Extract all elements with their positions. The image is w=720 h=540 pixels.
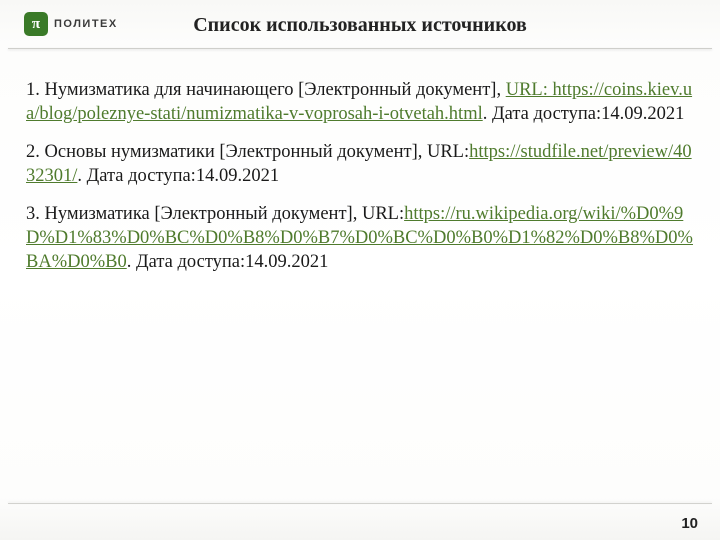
reference-prefix: 1. Нумизматика для начинающего [Электрон… (26, 80, 506, 100)
page-number: 10 (681, 515, 698, 532)
pi-logo-icon: π (24, 12, 48, 36)
reference-suffix: . Дата доступа:14.09.2021 (77, 166, 279, 186)
reference-suffix: . Дата доступа:14.09.2021 (127, 252, 329, 272)
logo: π ПОЛИТЕХ (24, 12, 118, 36)
header: π ПОЛИТЕХ (0, 0, 720, 48)
divider-top (8, 48, 712, 49)
divider-bottom (8, 503, 712, 504)
reference-suffix: . Дата доступа:14.09.2021 (483, 104, 685, 124)
reference-item: 2. Основы нумизматики [Электронный докум… (26, 140, 694, 188)
reference-item: 1. Нумизматика для начинающего [Электрон… (26, 78, 694, 126)
reference-prefix: 3. Нумизматика [Электронный документ], U… (26, 204, 404, 224)
slide: π ПОЛИТЕХ Список использованных источник… (0, 0, 720, 540)
reference-item: 3. Нумизматика [Электронный документ], U… (26, 202, 694, 274)
references-list: 1. Нумизматика для начинающего [Электрон… (26, 78, 694, 288)
reference-prefix: 2. Основы нумизматики [Электронный докум… (26, 142, 469, 162)
logo-text: ПОЛИТЕХ (54, 18, 118, 30)
